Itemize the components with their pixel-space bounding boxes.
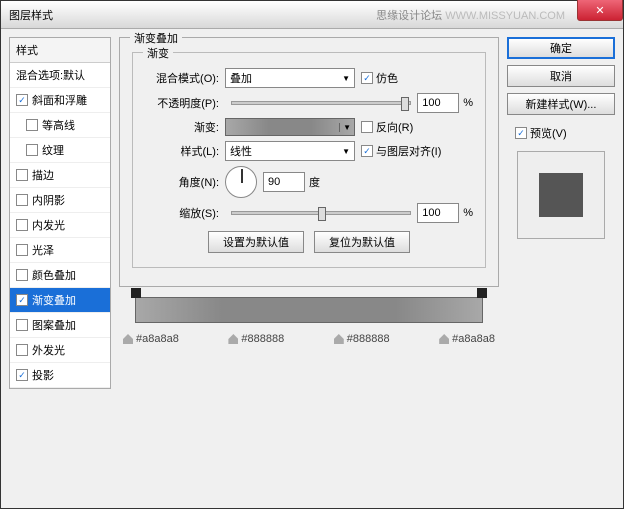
style-item-label: 纹理: [42, 142, 64, 158]
checkbox-icon: [16, 169, 28, 181]
checkbox-icon: ✓: [16, 94, 28, 106]
color-stop-label: #888888: [334, 333, 390, 345]
style-item[interactable]: 内阴影: [10, 188, 110, 213]
gradient-picker[interactable]: ▼: [225, 118, 355, 136]
scale-label: 缩放(S):: [145, 205, 219, 221]
style-item[interactable]: ✓ 斜面和浮雕: [10, 88, 110, 113]
window-title: 图层样式: [9, 7, 376, 23]
checkbox-icon: [16, 269, 28, 281]
style-item-label: 描边: [32, 167, 54, 183]
gradient-label: 渐变:: [145, 119, 219, 135]
opacity-slider[interactable]: [231, 101, 411, 105]
style-item[interactable]: 等高线: [10, 113, 110, 138]
opacity-stop[interactable]: [477, 288, 487, 298]
style-item-label: 颜色叠加: [32, 267, 76, 283]
opacity-input[interactable]: 100: [417, 93, 459, 113]
align-checkbox[interactable]: ✓与图层对齐(I): [361, 143, 441, 159]
blend-mode-label: 混合模式(O):: [145, 70, 219, 86]
checkbox-icon: [26, 144, 38, 156]
stop-icon[interactable]: [334, 334, 344, 344]
panel-subtitle: 渐变: [143, 45, 173, 61]
chevron-down-icon: ▼: [342, 147, 350, 156]
reverse-checkbox[interactable]: 反向(R): [361, 119, 413, 135]
checkbox-icon: [26, 119, 38, 131]
style-item[interactable]: 光泽: [10, 238, 110, 263]
color-stop-label: #888888: [228, 333, 284, 345]
style-item[interactable]: 图案叠加: [10, 313, 110, 338]
preview-swatch: [539, 173, 583, 217]
chevron-down-icon: ▼: [342, 74, 350, 83]
ok-button[interactable]: 确定: [507, 37, 615, 59]
stop-icon[interactable]: [123, 334, 133, 344]
style-item[interactable]: 颜色叠加: [10, 263, 110, 288]
preview-box: [517, 151, 605, 239]
angle-dial[interactable]: [225, 166, 257, 198]
style-item[interactable]: 描边: [10, 163, 110, 188]
angle-input[interactable]: 90: [263, 172, 305, 192]
checkbox-icon: [16, 319, 28, 331]
forum-text: 思缘设计论坛 WWW.MISSYUAN.COM: [376, 7, 565, 23]
color-stop-label: #a8a8a8: [123, 333, 179, 345]
style-item-label: 等高线: [42, 117, 75, 133]
opacity-label: 不透明度(P):: [145, 95, 219, 111]
style-item[interactable]: 纹理: [10, 138, 110, 163]
style-item-label: 图案叠加: [32, 317, 76, 333]
reset-default-button[interactable]: 复位为默认值: [314, 231, 410, 253]
checkbox-icon: [16, 344, 28, 356]
style-item-label: 外发光: [32, 342, 65, 358]
close-button[interactable]: ✕: [577, 0, 623, 21]
scale-slider[interactable]: [231, 211, 411, 215]
checkbox-icon: [16, 194, 28, 206]
style-item-label: 内发光: [32, 217, 65, 233]
panel-title: 渐变叠加: [130, 30, 182, 46]
style-item-label: 斜面和浮雕: [32, 92, 87, 108]
gradient-overlay-panel: 渐变叠加 渐变 混合模式(O): 叠加▼ ✓仿色 不透明度(P): 100 %: [119, 37, 499, 287]
stop-icon[interactable]: [228, 334, 238, 344]
gradient-bar[interactable]: [135, 297, 483, 323]
cancel-button[interactable]: 取消: [507, 65, 615, 87]
preview-checkbox[interactable]: ✓预览(V): [515, 125, 615, 141]
blend-options-default[interactable]: 混合选项:默认: [10, 63, 110, 88]
style-dropdown[interactable]: 线性▼: [225, 141, 355, 161]
new-style-button[interactable]: 新建样式(W)...: [507, 93, 615, 115]
titlebar: 图层样式 思缘设计论坛 WWW.MISSYUAN.COM ✕: [1, 1, 623, 29]
set-default-button[interactable]: 设置为默认值: [208, 231, 304, 253]
checkbox-icon: ✓: [16, 294, 28, 306]
styles-header: 样式: [10, 38, 110, 63]
style-item[interactable]: 外发光: [10, 338, 110, 363]
opacity-stop[interactable]: [131, 288, 141, 298]
style-item[interactable]: ✓ 投影: [10, 363, 110, 388]
checkbox-icon: [16, 244, 28, 256]
dither-checkbox[interactable]: ✓仿色: [361, 70, 398, 86]
style-label: 样式(L):: [145, 143, 219, 159]
layer-style-dialog: 图层样式 思缘设计论坛 WWW.MISSYUAN.COM ✕ 样式 混合选项:默…: [0, 0, 624, 509]
stop-icon[interactable]: [439, 334, 449, 344]
scale-input[interactable]: 100: [417, 203, 459, 223]
style-item-label: 光泽: [32, 242, 54, 258]
style-item[interactable]: ✓ 渐变叠加: [10, 288, 110, 313]
gradient-editor: #a8a8a8 #888888 #888888 #a8a8a8: [119, 297, 499, 345]
checkbox-icon: ✓: [16, 369, 28, 381]
color-stop-label: #a8a8a8: [439, 333, 495, 345]
angle-label: 角度(N):: [145, 174, 219, 190]
style-item-label: 内阴影: [32, 192, 65, 208]
styles-sidebar: 样式 混合选项:默认 ✓ 斜面和浮雕等高线纹理描边内阴影内发光光泽颜色叠加 ✓ 渐变叠…: [9, 37, 111, 500]
style-item-label: 渐变叠加: [32, 292, 76, 308]
blend-mode-dropdown[interactable]: 叠加▼: [225, 68, 355, 88]
chevron-down-icon: ▼: [339, 123, 354, 132]
checkbox-icon: [16, 219, 28, 231]
style-item-label: 投影: [32, 367, 54, 383]
style-item[interactable]: 内发光: [10, 213, 110, 238]
